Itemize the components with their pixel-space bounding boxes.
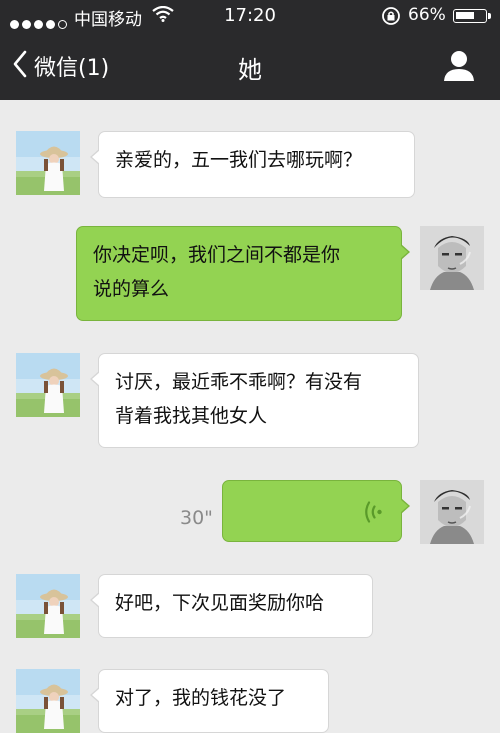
her-avatar[interactable] <box>16 131 80 195</box>
message-text-line: 背着我找其他女人 <box>115 405 268 427</box>
battery-icon <box>453 9 491 23</box>
her-avatar[interactable] <box>16 574 80 638</box>
status-bar: 中国移动 17:20 66% <box>0 0 500 32</box>
battery-percent: 66% <box>408 5 446 25</box>
incoming-message-bubble[interactable]: 对了，我的钱花没了 <box>90 669 329 733</box>
incoming-message-bubble[interactable]: 亲爱的，五一我们去哪玩啊？ <box>90 131 415 198</box>
her-avatar[interactable] <box>16 353 80 417</box>
top-bar: 中国移动 17:20 66% 微信(1) 她 <box>0 0 500 100</box>
message-text-line: 你决定呗，我们之间不都是你 <box>93 244 341 266</box>
voice-duration: 30" <box>180 507 213 529</box>
battery-level-fill <box>456 12 474 19</box>
my-avatar[interactable] <box>420 226 484 290</box>
message-text-line: 好吧，下次见面奖励你哈 <box>115 592 325 614</box>
incoming-message-bubble[interactable]: 讨厌，最近乖不乖啊？有没有 背着我找其他女人 <box>90 353 419 448</box>
message-list[interactable]: 亲爱的，五一我们去哪玩啊？ 你决定呗，我们之间不都是你 说的算么 讨厌，最近乖不… <box>0 100 500 733</box>
chat-header: 微信(1) 她 <box>0 32 500 100</box>
voice-wave-icon <box>363 499 383 536</box>
incoming-message-bubble[interactable]: 好吧，下次见面奖励你哈 <box>90 574 373 638</box>
rotation-lock-icon <box>381 6 401 31</box>
chat-title: 她 <box>238 56 262 84</box>
message-text-line: 讨厌，最近乖不乖啊？有没有 <box>115 371 363 393</box>
outgoing-message-bubble[interactable]: 你决定呗，我们之间不都是你 说的算么 <box>76 226 410 321</box>
user-profile-icon[interactable] <box>442 48 476 86</box>
voice-message-bubble[interactable] <box>222 480 410 542</box>
her-avatar[interactable] <box>16 669 80 733</box>
message-text-line: 亲爱的，五一我们去哪玩啊？ <box>115 149 363 171</box>
my-avatar[interactable] <box>420 480 484 544</box>
message-text-line: 说的算么 <box>93 278 170 300</box>
